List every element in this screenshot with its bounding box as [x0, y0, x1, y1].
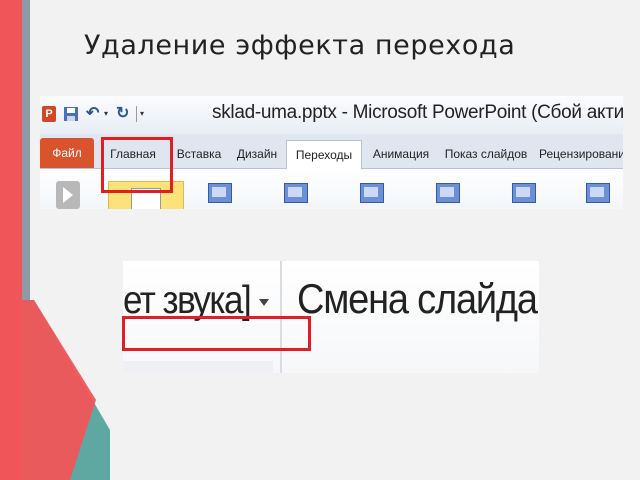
window-title: sklad-uma.pptx - Microsoft PowerPoint (С… [212, 102, 623, 123]
undo-icon[interactable]: ↶ [86, 106, 102, 122]
transition-effect-icon[interactable] [586, 183, 610, 203]
save-icon[interactable] [64, 106, 78, 122]
title-bar: P ↶ ▾ ↻ ▾ sklad-uma.pptx - Microsoft Pow… [40, 96, 623, 134]
slide-title: Удаление эффекта перехода [84, 30, 516, 61]
chevron-down-icon[interactable] [259, 299, 269, 306]
tab-animations[interactable]: Анимация [362, 140, 440, 168]
decorative-stripes-lower [0, 300, 110, 480]
tab-slideshow[interactable]: Показ слайдов [440, 140, 532, 168]
transition-effect-icon[interactable] [208, 183, 232, 203]
app-letter: P [45, 108, 53, 120]
redo-icon[interactable]: ↻ [116, 106, 132, 122]
highlight-sound-dropdown [122, 316, 311, 351]
transition-effect-icon[interactable] [284, 183, 308, 203]
preview-icon[interactable] [56, 181, 80, 209]
transition-effect-icon[interactable] [512, 183, 536, 203]
customize-icon[interactable]: ▾ [140, 106, 148, 122]
group-footer [123, 361, 273, 373]
transition-effect-icon[interactable] [436, 183, 460, 203]
tab-design[interactable]: Дизайн [230, 140, 284, 168]
change-slide-group-label: Смена слайда [297, 276, 538, 324]
tab-file[interactable]: Файл [40, 138, 94, 168]
toolbar-separator [136, 106, 137, 122]
tab-review[interactable]: Рецензировани [536, 140, 623, 168]
powerpoint-icon[interactable]: P [42, 106, 56, 122]
chevron-down-icon[interactable]: ▾ [104, 106, 112, 122]
tab-transitions[interactable]: Переходы [286, 140, 362, 170]
highlight-home-tab [101, 137, 173, 193]
transition-effect-icon[interactable] [360, 183, 384, 203]
tab-insert[interactable]: Вставка [168, 140, 230, 168]
